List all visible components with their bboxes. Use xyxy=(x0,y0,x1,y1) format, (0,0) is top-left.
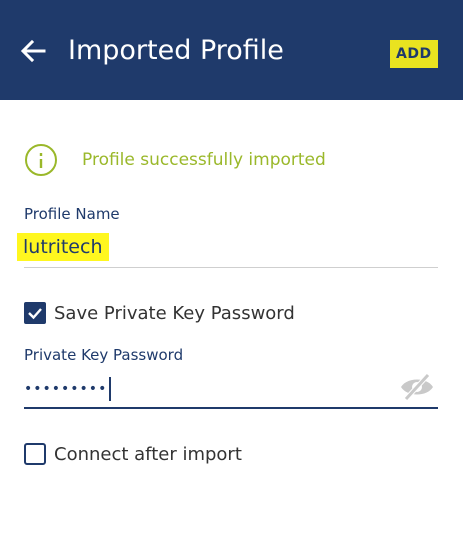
connect-after-import-label: Connect after import xyxy=(54,443,242,465)
profile-name-input[interactable]: lutritech xyxy=(17,233,109,261)
save-password-checkbox-row[interactable]: Save Private Key Password xyxy=(24,301,295,325)
profile-name-label: Profile Name xyxy=(24,205,120,223)
status-text: Profile successfully imported xyxy=(82,150,326,170)
page-title: Imported Profile xyxy=(68,35,284,66)
private-key-password-underline xyxy=(24,407,438,409)
arrow-left-icon xyxy=(20,39,46,63)
profile-name-underline xyxy=(24,267,438,268)
info-icon xyxy=(25,144,57,176)
eye-off-icon xyxy=(401,373,433,401)
add-button[interactable]: ADD xyxy=(390,40,438,68)
app-bar: Imported Profile ADD xyxy=(0,0,463,100)
connect-after-import-checkbox-row[interactable]: Connect after import xyxy=(24,442,242,466)
save-password-label: Save Private Key Password xyxy=(54,302,295,324)
text-caret xyxy=(109,377,112,401)
private-key-password-label: Private Key Password xyxy=(24,346,184,364)
checkbox-unchecked-icon[interactable] xyxy=(24,443,46,465)
back-button[interactable] xyxy=(18,36,48,66)
status-message: Profile successfully imported xyxy=(24,143,326,177)
checkbox-checked-icon[interactable] xyxy=(24,302,46,324)
password-visibility-toggle[interactable] xyxy=(398,373,436,401)
private-key-password-input[interactable]: ••••••••• xyxy=(24,376,112,402)
password-masked-value: ••••••••• xyxy=(24,381,108,397)
